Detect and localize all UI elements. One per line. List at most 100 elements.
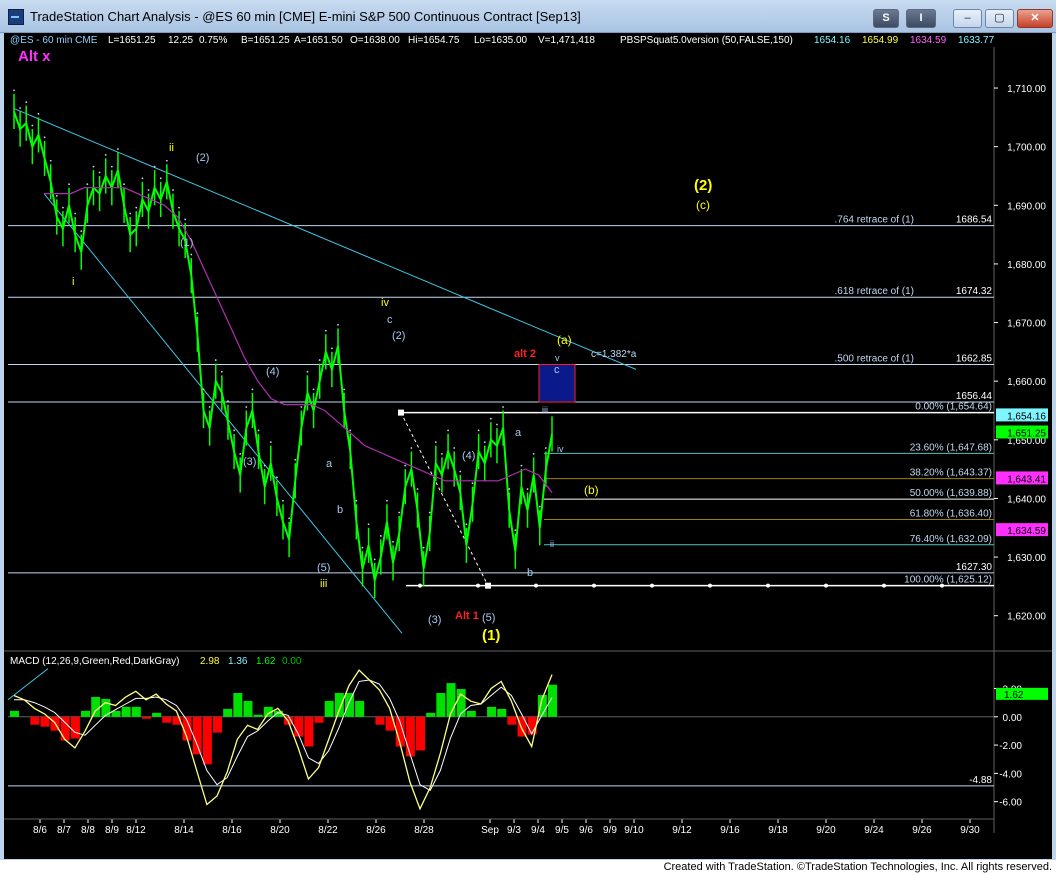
macd-histogram-bar [141,716,151,719]
wave-c-small-label: c [554,364,560,376]
wave-5-lower-label: (5) [482,612,495,624]
macd-histogram-bar [162,716,172,723]
wave-c-label: c [387,314,393,326]
x-tick-label: 9/5 [555,825,569,836]
bar-high-dot [398,511,401,514]
price-tick-label: 1,700.00 [1007,143,1046,154]
macd-histogram-bar [243,700,253,717]
x-tick-label: 8/8 [81,825,95,836]
bar-high-dot [172,189,174,191]
x-tick-label: 9/26 [912,825,932,836]
x-tick-label: 8/12 [126,825,146,836]
bar-high-dot [416,488,419,490]
fib-level-label: 0.00% (1,654.64) [915,402,992,413]
bar-high-dot [196,312,199,315]
bar-high-dot [502,406,504,408]
bar-high-dot [459,470,462,473]
status-last: L=1651.25 [108,35,156,46]
wave-a-label: a [326,458,333,470]
bar-high-dot [147,189,150,191]
x-tick-label: 8/16 [222,825,242,836]
minimize-button[interactable]: – [953,9,982,28]
status-symbol: @ES - 60 min CME [10,35,98,46]
chart-marks: 1,620.001,630.001,640.001,650.001,660.00… [4,47,1052,836]
title-bar[interactable]: TradeStation Chart Analysis - @ES 60 min… [0,0,1056,33]
macd-value-1: 2.98 [200,656,220,667]
bar-high-dot [489,417,492,420]
bar-high-dot [153,165,156,168]
macd-tick-label: -6.00 [999,798,1022,809]
app-window: TradeStation Chart Analysis - @ES 60 min… [0,0,1056,874]
bar-high-dot [282,499,284,502]
price-tick-label: 1,680.00 [1007,260,1046,271]
alt-2-label: alt 2 [514,348,536,360]
bar-high-dot [404,464,407,467]
fib-dot [592,583,596,588]
restore-button[interactable]: ▢ [985,9,1014,28]
level-price-label: 1627.30 [956,562,993,573]
level-price-label: 1674.32 [956,286,993,297]
macd-histogram-bar [466,710,476,717]
retrace-label: .500 retrace of (1) [835,353,914,364]
bar-high-dot [141,177,144,180]
status-change: 12.25 [168,35,193,46]
c-ratio-label: c=1.382*a [591,349,637,360]
i-button[interactable]: I [906,9,936,28]
macd-histogram-bar [91,696,101,717]
price-chart[interactable]: 1,620.001,630.001,640.001,650.001,660.00… [4,33,1052,859]
macd-histogram-bar [436,693,446,717]
bar-high-dot [43,136,46,139]
macd-level-label: -4.88 [969,775,992,786]
bar-high-dot [25,101,28,104]
x-tick-label: 8/20 [270,825,290,836]
close-button[interactable]: ✕ [1017,9,1053,28]
bar-high-dot [422,546,425,549]
macd-histogram-bar [416,716,426,751]
bar-high-dot [37,112,40,115]
price-tick-label: 1,670.00 [1007,319,1046,330]
bar-high-dot [355,499,358,502]
macd-histogram-bar [355,700,365,717]
bar-high-dot [526,488,529,490]
bar-high-dot [239,452,242,455]
bar-high-dot [184,218,187,221]
x-tick-label: 9/9 [603,825,617,836]
lower-trendline [43,193,403,634]
x-tick-label: 8/9 [105,825,119,836]
macd-value-4: 0.00 [282,656,302,667]
fib-dot [824,583,828,588]
macd-histogram-bar [70,716,80,739]
bar-high-dot [263,464,266,467]
bar-high-dot [208,406,211,408]
macd-histogram-bar [548,684,557,717]
macd-signal-line [14,679,553,792]
macd-histogram-bar [10,710,19,717]
macd-histogram-bar [375,716,385,725]
wave-2-label: (2) [196,152,209,164]
bar-high-dot [257,429,260,432]
macd-value-3: 1.62 [256,656,276,667]
bar-high-dot [98,171,101,174]
level-price-label: 1656.44 [956,391,993,402]
macd-value-2: 1.36 [228,656,248,667]
status-study: PBSPSquat5.0version (50,FALSE,150) [620,35,793,46]
wave-ii-label: ii [169,142,174,154]
bar-high-dot [551,411,553,414]
wave-b-small-label: b [527,567,533,579]
fib-level-label: 23.60% (1,647.68) [910,442,992,453]
bar-high-dot [220,370,223,373]
wave-3-label: (3) [243,456,256,468]
macd-histogram-bar [426,712,436,717]
bar-high-dot [233,429,235,432]
wave-b-label: b [337,504,343,516]
bar-high-dot [80,230,83,232]
status-line: @ES - 60 min CME L=1651.25 12.25 0.75% B… [10,35,995,46]
alt-x-label: Alt x [18,48,51,65]
wave-ii-small-label: ii [550,539,554,549]
bar-high-dot [159,177,162,180]
moving-average-line [44,187,553,493]
s-button[interactable]: S [873,9,899,28]
bar-high-dot [349,429,352,432]
wave-iii-small-label: iii [542,405,548,415]
bar-high-dot [165,159,168,162]
